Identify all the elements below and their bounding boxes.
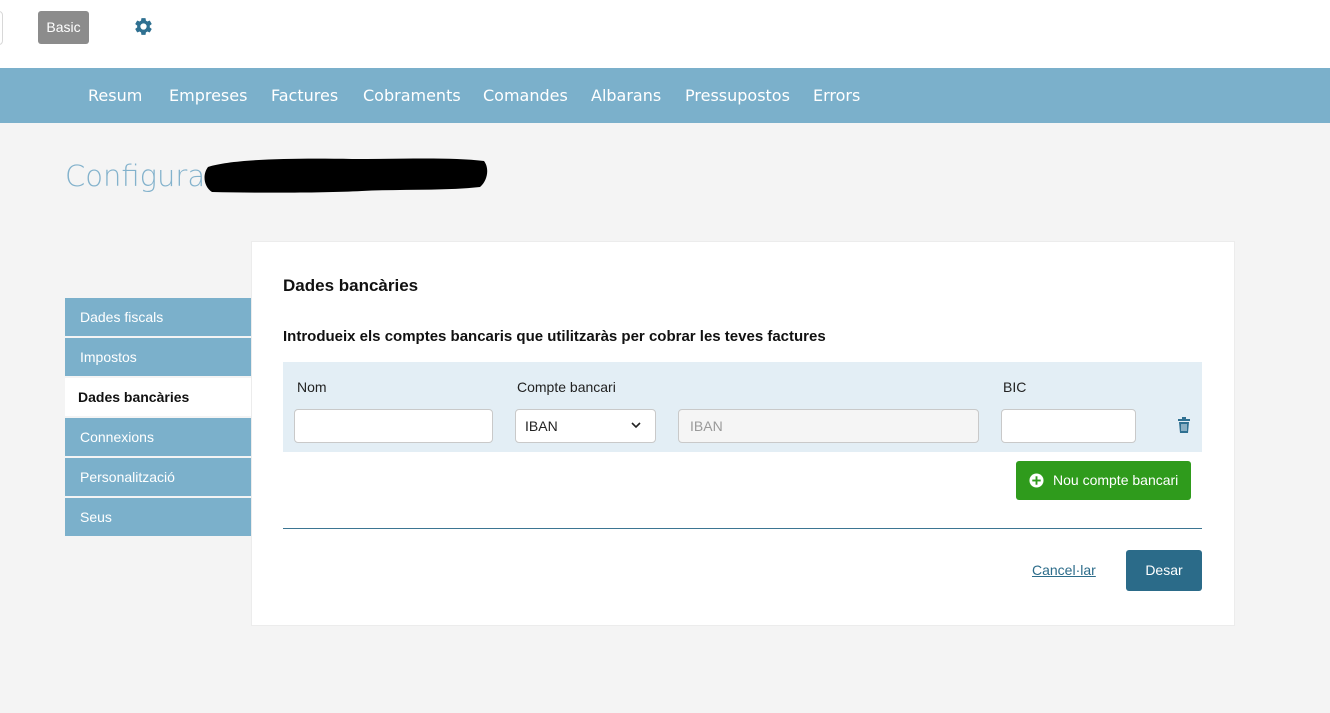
iban-input[interactable] — [678, 409, 979, 443]
nav-item-errors[interactable]: Errors — [813, 68, 860, 123]
add-bank-account-button[interactable]: Nou compte bancari — [1016, 461, 1191, 500]
form-divider — [283, 528, 1202, 529]
nav-item-cobraments[interactable]: Cobraments — [363, 68, 461, 123]
redaction-mark — [204, 158, 488, 193]
gear-icon[interactable] — [133, 16, 154, 37]
save-button[interactable]: Desar — [1126, 550, 1202, 591]
nav-item-pressupostos[interactable]: Pressupostos — [685, 68, 790, 123]
account-type-value: IBAN — [525, 418, 558, 434]
sidebar-item-dades-fiscals[interactable]: Dades fiscals — [65, 298, 252, 336]
top-left-control[interactable] — [0, 11, 3, 45]
plan-badge[interactable]: Basic — [38, 11, 89, 44]
column-label-account: Compte bancari — [517, 379, 616, 395]
column-label-bic: BIC — [1003, 379, 1027, 395]
cancel-link[interactable]: Cancel·lar — [1032, 562, 1096, 578]
top-bar: Basic — [0, 0, 1330, 68]
add-bank-account-label: Nou compte bancari — [1053, 472, 1179, 488]
nav-item-factures[interactable]: Factures — [271, 68, 338, 123]
main-nav: Resum Empreses Factures Cobraments Coman… — [0, 68, 1330, 123]
sidebar-item-connexions[interactable]: Connexions — [65, 418, 252, 456]
column-label-name: Nom — [297, 379, 327, 395]
chevron-down-icon — [631, 422, 641, 429]
section-title: Dades bancàries — [283, 276, 419, 295]
sidebar-item-dades-bancaries[interactable]: Dades bancàries — [65, 378, 252, 416]
nav-item-albarans[interactable]: Albarans — [591, 68, 661, 123]
nav-item-comandes[interactable]: Comandes — [483, 68, 568, 123]
sidebar-item-impostos[interactable]: Impostos — [65, 338, 252, 376]
nav-item-empreses[interactable]: Empreses — [169, 68, 247, 123]
bic-input[interactable] — [1001, 409, 1136, 443]
plus-circle-icon — [1029, 473, 1044, 488]
page-title: Configurar — [65, 159, 218, 193]
nav-item-resum[interactable]: Resum — [88, 68, 142, 123]
account-type-select[interactable]: IBAN — [515, 409, 656, 443]
section-description: Introdueix els comptes bancaris que util… — [283, 328, 826, 345]
name-input[interactable] — [294, 409, 493, 443]
sidebar-item-seus[interactable]: Seus — [65, 498, 252, 536]
sidebar-item-personalitzacio[interactable]: Personalització — [65, 458, 252, 496]
trash-icon[interactable] — [1177, 417, 1191, 433]
